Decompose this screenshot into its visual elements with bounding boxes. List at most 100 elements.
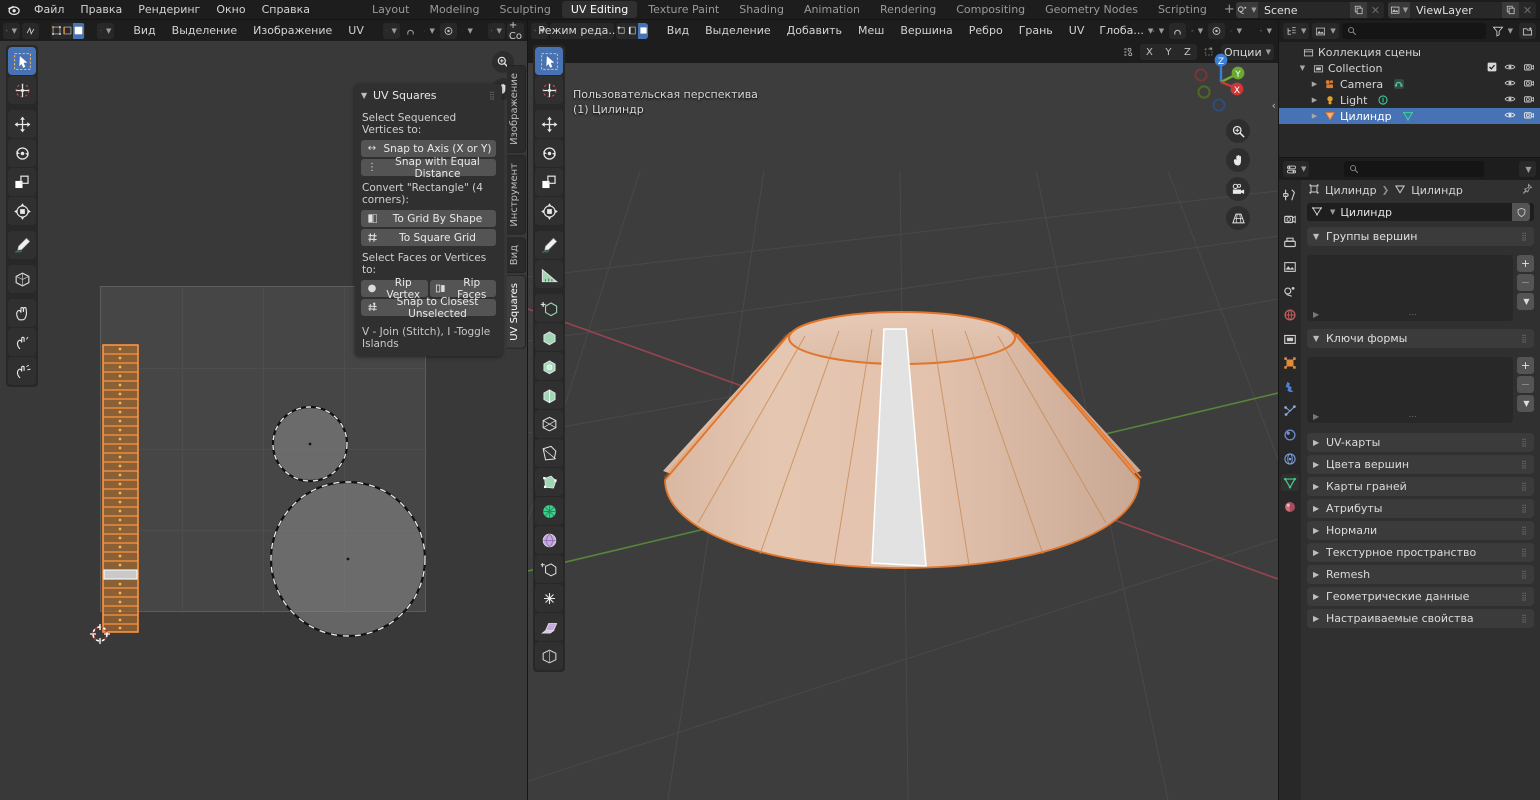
- snap-closest-unselected-button[interactable]: Snap to Closest Unselected: [361, 296, 496, 320]
- vp-tool-move[interactable]: [535, 110, 563, 138]
- menu-file[interactable]: Файл: [26, 0, 72, 20]
- tool-scale[interactable]: [8, 168, 36, 196]
- viewport-visibility-button[interactable]: ▼: [1257, 23, 1275, 39]
- tool-rotate[interactable]: [8, 139, 36, 167]
- uv-snap-magnet-button[interactable]: [402, 23, 419, 39]
- vertex-groups-list[interactable]: ▶ ⋯: [1307, 255, 1513, 321]
- expand-arrow-icon[interactable]: ▼: [1297, 64, 1308, 72]
- uv-editor-type-button[interactable]: ▼: [3, 22, 20, 39]
- tool-transform[interactable]: [8, 197, 36, 225]
- pin-icon[interactable]: [1521, 183, 1533, 198]
- viewlayer-name-field[interactable]: ViewLayer: [1410, 4, 1502, 17]
- transform-orientation-button[interactable]: Глоба... ▼: [1099, 23, 1153, 39]
- expand-arrow-icon[interactable]: ▶: [1313, 412, 1319, 421]
- viewport-menu-view[interactable]: Вид: [660, 22, 696, 40]
- panel-attributes[interactable]: ▶ Атрибуты ⣿: [1307, 499, 1534, 518]
- properties-tab-tool[interactable]: [1281, 186, 1299, 203]
- uv-sidebar-tab-uv-squares[interactable]: UV Squares: [507, 274, 526, 349]
- vp-tool-edge-slide[interactable]: [535, 555, 563, 583]
- uv-select-face-icon[interactable]: [73, 22, 84, 39]
- viewport-proportional-edit-button[interactable]: [1208, 22, 1226, 39]
- workspace-tab-compositing[interactable]: Compositing: [947, 1, 1034, 18]
- eye-icon[interactable]: [1504, 77, 1516, 92]
- viewport-menu-edge[interactable]: Ребро: [962, 22, 1010, 40]
- properties-tab-object-data[interactable]: [1281, 474, 1299, 491]
- uv-select-vertex-icon[interactable]: [51, 23, 62, 39]
- to-square-grid-button[interactable]: To Square Grid: [361, 229, 496, 246]
- menu-edit[interactable]: Правка: [72, 0, 130, 20]
- tool-tweak[interactable]: [8, 47, 36, 75]
- editor-divider-vertical-1[interactable]: [527, 20, 528, 800]
- workspace-tab-rendering[interactable]: Rendering: [871, 1, 945, 18]
- new-viewlayer-button[interactable]: [1502, 2, 1519, 18]
- menu-window[interactable]: Окно: [208, 0, 253, 20]
- panel-shape-keys-header[interactable]: ▼ Ключи формы ⣿: [1307, 329, 1534, 348]
- blender-logo-icon[interactable]: [0, 2, 26, 17]
- properties-tab-object[interactable]: [1281, 354, 1299, 371]
- snap-to-axis-button[interactable]: ↔ Snap to Axis (X or Y): [361, 140, 496, 157]
- zoom-icon[interactable]: [1226, 119, 1250, 143]
- vp-tool-knife[interactable]: [535, 439, 563, 467]
- outliner-row-scene-collection[interactable]: Коллекция сцены: [1279, 44, 1540, 60]
- uv-select-island-icon[interactable]: [84, 23, 85, 39]
- pan-hand-icon[interactable]: [1226, 148, 1250, 172]
- viewport-snap-target-button[interactable]: ▼: [1188, 23, 1206, 39]
- uv-sidebar-tab-view[interactable]: Вид: [507, 236, 526, 273]
- uv-squares-panel-header[interactable]: ▼ UV Squares ⣿: [355, 84, 502, 106]
- viewport-snap-magnet-button[interactable]: [1169, 22, 1187, 39]
- eye-icon[interactable]: [1504, 109, 1516, 124]
- vp-tool-bevel[interactable]: [535, 381, 563, 409]
- uv-image-datablock-button[interactable]: ▼: [487, 22, 505, 39]
- viewport-canvas[interactable]: Пользовательская перспектива (1) Цилиндр: [528, 41, 1278, 800]
- properties-tab-collection[interactable]: [1281, 330, 1299, 347]
- workspace-tab-modeling[interactable]: Modeling: [420, 1, 488, 18]
- panel-remesh[interactable]: ▶ Remesh ⣿: [1307, 565, 1534, 584]
- workspace-tab-shading[interactable]: Shading: [730, 1, 793, 18]
- vp-tool-spin[interactable]: [535, 497, 563, 525]
- eye-icon[interactable]: [1504, 93, 1516, 108]
- uv-select-mode-group[interactable]: [51, 22, 86, 39]
- outliner-row-light[interactable]: ▶ Light: [1279, 92, 1540, 108]
- panel-custom-properties[interactable]: ▶ Настраиваемые свойства ⣿: [1307, 609, 1534, 628]
- breadcrumb-data-name[interactable]: Цилиндр: [1411, 184, 1463, 197]
- uv-falloff-button[interactable]: ▼: [459, 23, 476, 39]
- expand-arrow-icon[interactable]: ▶: [1309, 112, 1320, 120]
- uv-new-image-button[interactable]: + Со: [506, 20, 524, 41]
- viewlayer-selector[interactable]: ▼ ViewLayer ✕: [1388, 2, 1536, 18]
- menu-render[interactable]: Рендеринг: [130, 0, 208, 20]
- uv-sidebar-tab-tool[interactable]: Инструмент: [507, 154, 526, 235]
- camera-view-icon[interactable]: [1226, 177, 1250, 201]
- properties-tab-render[interactable]: [1281, 210, 1299, 227]
- outliner-new-collection-button[interactable]: [1519, 23, 1536, 39]
- properties-tab-physics[interactable]: [1281, 426, 1299, 443]
- camera-render-icon[interactable]: [1523, 77, 1535, 92]
- outliner-row-collection[interactable]: ▼ Collection: [1279, 60, 1540, 76]
- uv-sync-selection-button[interactable]: [22, 22, 39, 39]
- properties-tab-world[interactable]: [1281, 306, 1299, 323]
- snap-equal-distance-button[interactable]: ⋮ Snap with Equal Distance: [361, 156, 496, 180]
- uv-canvas[interactable]: Изображение Инструмент Вид UV Squares ▼ …: [0, 41, 527, 800]
- uv-select-edge-icon[interactable]: [62, 23, 73, 39]
- panel-vertex-groups-header[interactable]: ▼ Группы вершин ⣿: [1307, 227, 1534, 246]
- outliner-display-mode-button[interactable]: ▼: [1312, 23, 1339, 39]
- vp-tool-smooth[interactable]: [535, 526, 563, 554]
- tool-pinch[interactable]: [8, 357, 36, 385]
- properties-tab-output[interactable]: [1281, 234, 1299, 251]
- vp-tool-shrink-fatten[interactable]: [535, 584, 563, 612]
- uv-pivot-point-button[interactable]: ▼: [382, 22, 400, 39]
- sidebar-collapse-arrow-icon[interactable]: ‹: [1272, 99, 1276, 112]
- workspace-tab-layout[interactable]: Layout: [363, 1, 418, 18]
- panel-geometry-data[interactable]: ▶ Геометрические данные ⣿: [1307, 587, 1534, 606]
- editor-divider-horizontal-1[interactable]: [1279, 157, 1540, 158]
- vp-tool-loop-cut[interactable]: [535, 410, 563, 438]
- uv-sidebar-tab-image[interactable]: Изображение: [507, 65, 526, 153]
- new-scene-button[interactable]: [1350, 2, 1367, 18]
- add-shape-key-button[interactable]: +: [1517, 357, 1534, 374]
- properties-tab-constraints[interactable]: [1281, 450, 1299, 467]
- workspace-tab-texture-paint[interactable]: Texture Paint: [639, 1, 728, 18]
- vp-tool-transform[interactable]: [535, 197, 563, 225]
- workspace-tab-geometry-nodes[interactable]: Geometry Nodes: [1036, 1, 1147, 18]
- toggle-perspective-icon[interactable]: [1226, 206, 1250, 230]
- camera-render-icon[interactable]: [1523, 93, 1535, 108]
- rip-vertex-button[interactable]: ● Rip Vertex: [361, 277, 428, 301]
